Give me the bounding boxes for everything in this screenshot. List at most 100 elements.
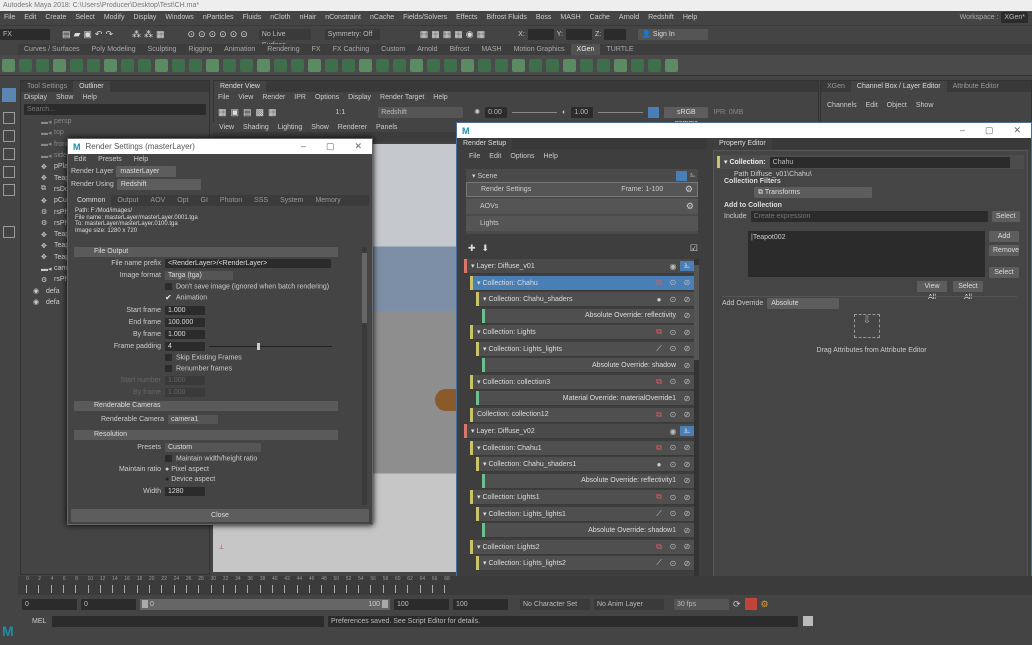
render-settings-tab[interactable]: Photon <box>214 195 248 206</box>
collection-members-list[interactable]: |Teapot002 <box>748 231 985 277</box>
aovs-item[interactable]: AOVs <box>480 203 498 210</box>
renderable-cameras-section[interactable]: Renderable Cameras <box>74 401 338 411</box>
enable-icon[interactable]: ⊙ <box>666 460 680 469</box>
maximize-button[interactable]: ▢ <box>326 141 335 152</box>
render-view-menu-item[interactable]: Help <box>433 94 447 101</box>
collection-row[interactable]: ▾ Collection: Chahu_shaders ● ⊙ ⊘ <box>476 292 694 307</box>
menu-display[interactable]: Display <box>133 14 156 21</box>
xgen-shelf-icon[interactable] <box>614 58 627 72</box>
collection-row[interactable]: ▾ Collection: Lights1 ⧉ ⊙ ⊘ <box>470 490 694 505</box>
xgen-shelf-icon[interactable] <box>155 58 168 72</box>
menu-fluids[interactable]: Fluids <box>243 14 262 21</box>
range-handle-left[interactable] <box>142 600 148 608</box>
render-view-menu-item[interactable]: Render Target <box>380 94 424 101</box>
shelf-tab[interactable]: Sculpting <box>142 44 183 55</box>
shelf-tab[interactable]: Curves / Surfaces <box>18 44 86 55</box>
maintain-wh-checkbox[interactable] <box>165 455 172 462</box>
isolate-icon[interactable]: ⊘ <box>680 328 694 337</box>
xgen-shelf-icon[interactable] <box>87 58 100 72</box>
fps-select[interactable]: 30 fps <box>674 598 729 610</box>
menu-windows[interactable]: Windows <box>165 14 193 21</box>
collection-row[interactable]: ▾ Collection: collection3 ⧉ ⊙ ⊘ <box>470 374 694 390</box>
shelf-tab[interactable]: Custom <box>375 44 411 55</box>
render-using-select[interactable]: Redshift <box>116 179 201 190</box>
shelf-tab[interactable]: TURTLE <box>600 44 639 55</box>
drop-target-icon[interactable]: ⇩ <box>854 314 880 338</box>
isolate-icon[interactable]: ⊘ <box>680 493 694 502</box>
lasso-tool-icon[interactable] <box>3 112 15 124</box>
script-editor-icon[interactable] <box>803 616 813 626</box>
presets-select[interactable]: Custom <box>165 443 261 452</box>
menu-modify[interactable]: Modify <box>104 14 125 21</box>
by-frame-input[interactable]: 1.000 <box>165 330 205 339</box>
override-row[interactable]: Absolute Override: reflectivity ⊘ <box>482 308 694 324</box>
xgen-shelf-icon[interactable] <box>206 58 219 72</box>
snap-icons[interactable]: ⊙⊙⊙⊙⊙⊙ <box>188 29 251 40</box>
menu-boss[interactable]: Boss <box>536 14 552 21</box>
xgen-shelf-icon[interactable] <box>546 58 559 72</box>
render-view-menu-item[interactable]: IPR <box>294 94 306 101</box>
ratio-button[interactable]: 1:1 <box>336 109 346 116</box>
xgen-shelf-icon[interactable] <box>393 58 406 72</box>
isolate-icon[interactable]: ⊘ <box>680 361 694 370</box>
render-setup-titlebar[interactable]: M – ▢ ✕ <box>457 123 1031 138</box>
viewport-menu-item[interactable]: Shading <box>243 124 269 131</box>
menu-select[interactable]: Select <box>75 14 94 21</box>
resolution-section[interactable]: Resolution <box>74 430 338 440</box>
frame-padding-slider[interactable] <box>209 343 332 350</box>
xgen-shelf-icon[interactable] <box>478 58 491 72</box>
end-frame-input[interactable]: 100.000 <box>165 318 205 327</box>
renumber-checkbox[interactable] <box>165 365 172 372</box>
file-name-prefix-input[interactable]: <RenderLayer>/<RenderLayer> <box>165 259 331 268</box>
xgen-shelf-icon[interactable] <box>342 58 355 72</box>
close-window-button[interactable]: ✕ <box>354 141 362 152</box>
channel-box-menu-item[interactable]: Object <box>887 102 907 109</box>
xgen-shelf-icon[interactable] <box>648 58 661 72</box>
shelf-tab[interactable]: FX <box>306 44 327 55</box>
enable-icon[interactable]: ⊙ <box>666 328 680 337</box>
channel-box-menu-item[interactable]: Channels <box>827 102 857 109</box>
xgen-shelf-icon[interactable] <box>563 58 576 72</box>
channel-box-tab[interactable]: Attribute Editor <box>947 81 1005 92</box>
renderable-icon[interactable]: ⎁ <box>680 426 694 436</box>
collection-row[interactable]: ▾ Collection: Lights_lights ⟋ ⊙ ⊘ <box>476 341 694 357</box>
character-set-select[interactable]: No Character Set <box>520 598 590 610</box>
outliner-menu-item[interactable]: Show <box>56 94 74 101</box>
frame-padding-input[interactable]: 4 <box>165 342 205 351</box>
menu-cache[interactable]: Cache <box>590 14 610 21</box>
isolate-icon[interactable]: ⊘ <box>680 410 694 419</box>
outliner-item[interactable]: ▬◂ top <box>21 127 209 138</box>
render-setup-scrollbar[interactable] <box>694 259 699 577</box>
layout-icon[interactable] <box>3 226 15 238</box>
enable-icon[interactable]: ⊙ <box>666 493 680 502</box>
xgen-shelf-icon[interactable] <box>427 58 440 72</box>
channel-box-menu-item[interactable]: Show <box>916 102 934 109</box>
xgen-shelf-icon[interactable] <box>70 58 83 72</box>
render-settings-tab[interactable]: SSS <box>248 195 274 206</box>
anim-layer-select[interactable]: No Anim Layer <box>594 598 664 610</box>
xgen-shelf-icon[interactable] <box>461 58 474 72</box>
render-settings-item[interactable]: Render Settings <box>481 186 531 193</box>
xgen-shelf-icon[interactable] <box>376 58 389 72</box>
isolate-icon[interactable]: ⊘ <box>680 509 694 518</box>
outliner-search[interactable]: Search... <box>24 104 206 115</box>
exposure-field[interactable]: 0.00 <box>485 106 508 118</box>
render-settings-menu-item[interactable]: Edit <box>74 156 86 163</box>
range-handle-right[interactable] <box>382 600 388 608</box>
minimize-button[interactable]: – <box>301 141 306 152</box>
collection-row[interactable]: ▾ Collection: Lights2 ⧉ ⊙ ⊘ <box>470 539 694 555</box>
xgen-shelf-icon[interactable] <box>172 58 185 72</box>
render-setup-menu-item[interactable]: Edit <box>489 153 501 160</box>
channel-box-tab[interactable]: XGen <box>821 81 851 92</box>
render-settings-tab[interactable]: Memory <box>309 195 346 206</box>
shelf-tab[interactable]: XGen <box>570 44 601 55</box>
collection-row[interactable]: ▾ Collection: Chahu_shaders1 ● ⊙ ⊘ <box>476 457 694 472</box>
select-button[interactable]: Select <box>991 211 1020 222</box>
image-format-select[interactable]: Targa (tga) <box>165 271 233 280</box>
isolate-icon[interactable]: ⊘ <box>680 311 694 320</box>
menu-ncloth[interactable]: nCloth <box>270 14 290 21</box>
command-input[interactable] <box>52 616 324 627</box>
close-button[interactable]: Close <box>71 509 369 522</box>
maximize-button[interactable]: ▢ <box>985 125 994 136</box>
enable-icon[interactable]: ⊙ <box>666 377 680 386</box>
